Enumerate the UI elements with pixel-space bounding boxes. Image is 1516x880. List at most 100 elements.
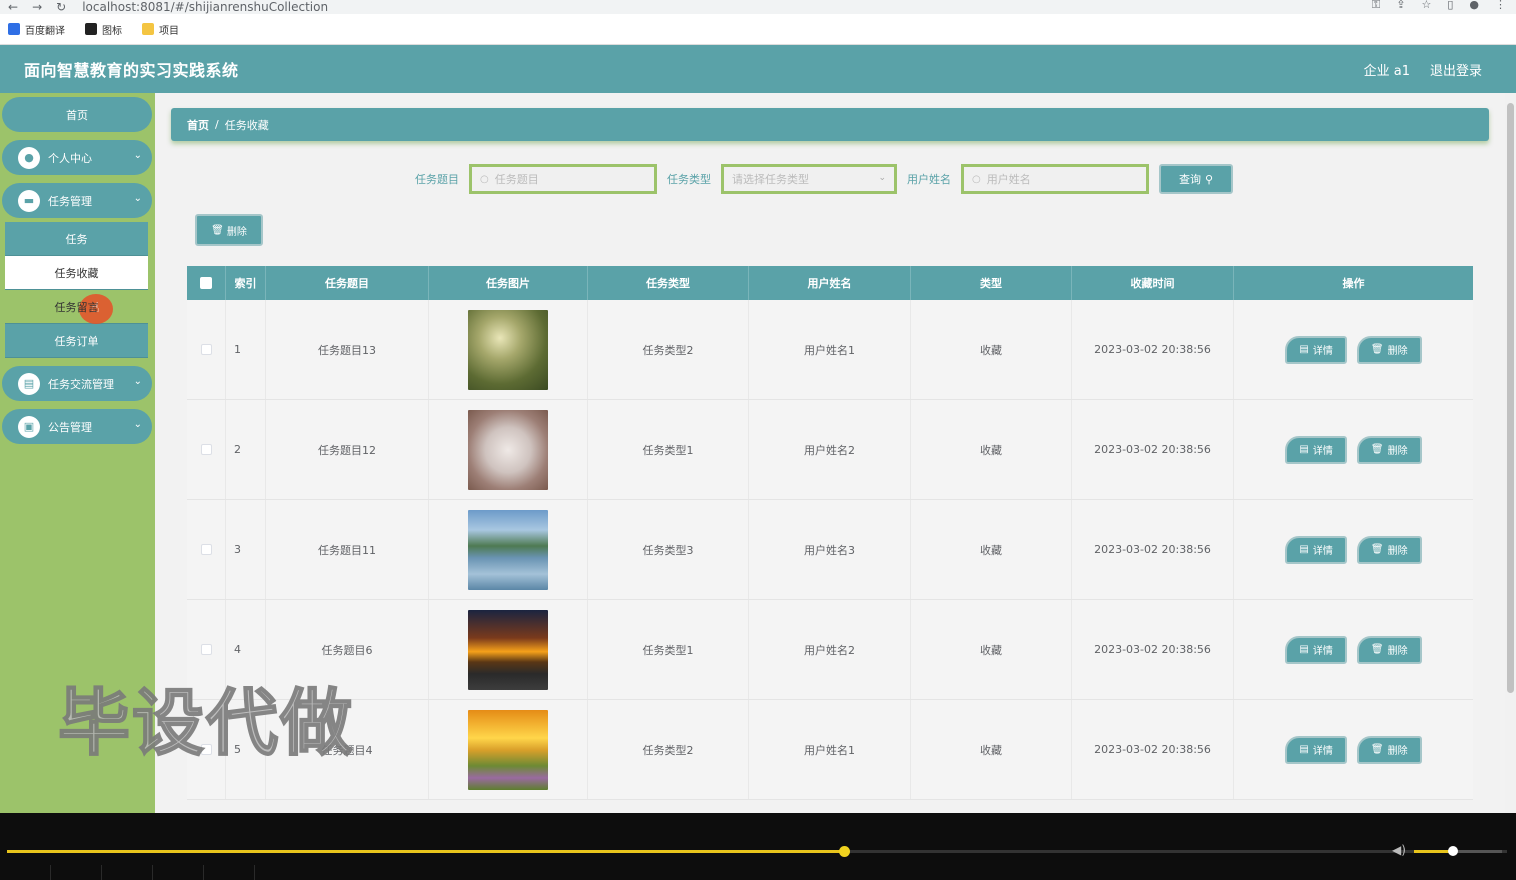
submenu-item-task-order[interactable]: 任务订单	[5, 324, 148, 358]
delete-button[interactable]: 🗑 删除	[1356, 335, 1422, 364]
task-image	[468, 609, 548, 690]
player-control[interactable]	[51, 865, 102, 880]
row-checkbox[interactable]	[200, 644, 212, 655]
title-label: 任务题目	[415, 173, 459, 186]
volume-slider[interactable]	[1414, 846, 1502, 856]
player-control[interactable]	[153, 865, 204, 880]
bulk-delete-button[interactable]: 🗑 删除	[195, 214, 263, 246]
video-progress-bar[interactable]	[7, 846, 1507, 857]
delete-button[interactable]: 🗑 删除	[1356, 735, 1422, 764]
scrollbar-thumb[interactable]	[1507, 103, 1514, 693]
sidebar-item-task-exchange[interactable]: ▤ 任务交流管理 ⌄	[2, 366, 152, 401]
bookmark-icons[interactable]: 图标	[85, 22, 122, 37]
query-button[interactable]: 查询 ⚲	[1159, 164, 1233, 194]
breadcrumb-home[interactable]: 首页	[187, 117, 209, 133]
col-image: 任务图片	[429, 266, 588, 300]
task-image	[468, 709, 548, 790]
delete-button[interactable]: 🗑 删除	[1356, 435, 1422, 464]
volume-knob[interactable]	[1448, 846, 1458, 856]
video-player-bar: ◀)	[0, 813, 1516, 880]
bookmark-translate[interactable]: 百度翻译	[8, 22, 65, 37]
row-checkbox[interactable]	[200, 444, 212, 455]
address-bar[interactable]: localhost:8081/#/shijianrenshuCollection	[82, 1, 328, 13]
delete-button[interactable]: 🗑 删除	[1356, 535, 1422, 564]
sidebar-item-notice[interactable]: ▣ 公告管理 ⌄	[2, 409, 152, 444]
key-icon[interactable]: ⚿	[1372, 0, 1380, 10]
sidebar-toggle-icon[interactable]: ▯	[1447, 0, 1453, 10]
app-title: 面向智慧教育的实习实践系统	[24, 61, 239, 80]
back-icon[interactable]: ←	[8, 1, 18, 13]
breadcrumb: 首页 / 任务收藏	[171, 108, 1489, 141]
chevron-down-icon: ⌄	[133, 419, 142, 430]
row-kind: 收藏	[911, 400, 1072, 499]
row-time: 2023-03-02 20:38:56	[1072, 500, 1234, 599]
delete-button[interactable]: 🗑 删除	[1356, 635, 1422, 664]
volume-icon[interactable]: ◀)	[1392, 843, 1406, 857]
row-user: 用户姓名1	[749, 700, 911, 799]
progress-fill	[7, 850, 844, 853]
detail-button[interactable]: ▤ 详情	[1285, 435, 1347, 464]
sidebar-item-home[interactable]: 首页	[2, 97, 152, 132]
select-all-checkbox[interactable]	[200, 277, 212, 289]
main-content: 首页 / 任务收藏 任务题目 ○ 任务题目 任务类型 请选择任务类型 ⌄ 用户姓名 …	[155, 93, 1505, 813]
briefcase-icon: ▬	[18, 189, 40, 212]
title-search-input[interactable]: ○ 任务题目	[469, 164, 657, 194]
share-icon[interactable]: ⇪	[1396, 0, 1405, 10]
row-title: 任务题目11	[266, 500, 429, 599]
folder-icon	[142, 23, 154, 35]
bookmark-project[interactable]: 项目	[142, 22, 179, 37]
document-icon: ▤	[1299, 344, 1309, 355]
user-icon: ●	[18, 146, 40, 169]
submenu-item-task-message[interactable]: 任务留言 ☝	[5, 290, 148, 324]
sidebar-item-personal[interactable]: ● 个人中心 ⌄	[2, 140, 152, 175]
col-index: 索引	[226, 266, 266, 300]
user-search-input[interactable]: ○ 用户姓名	[961, 164, 1149, 194]
row-checkbox[interactable]	[200, 544, 212, 555]
browser-toolbar: ← → ↻ localhost:8081/#/shijianrenshuColl…	[0, 0, 1516, 14]
col-user: 用户姓名	[749, 266, 911, 300]
row-kind: 收藏	[911, 500, 1072, 599]
table-row: 2 任务题目12 任务类型1 用户姓名2 收藏 2023-03-02 20:38…	[187, 400, 1473, 500]
menu-icon[interactable]: ⋮	[1495, 0, 1506, 10]
detail-button[interactable]: ▤ 详情	[1285, 735, 1347, 764]
task-image	[468, 509, 548, 590]
chevron-down-icon: ⌄	[133, 150, 142, 161]
reload-icon[interactable]: ↻	[56, 1, 66, 13]
detail-button[interactable]: ▤ 详情	[1285, 535, 1347, 564]
trash-icon: 🗑	[211, 224, 224, 236]
row-type: 任务类型2	[588, 300, 749, 399]
sidebar-item-task-mgmt[interactable]: ▬ 任务管理 ⌄	[2, 183, 152, 218]
table-row: 3 任务题目11 任务类型3 用户姓名3 收藏 2023-03-02 20:38…	[187, 500, 1473, 600]
profile-icon[interactable]: ●	[1469, 0, 1479, 10]
row-checkbox[interactable]	[200, 344, 212, 355]
search-icon: ○	[972, 173, 981, 185]
progress-knob[interactable]	[839, 846, 850, 857]
row-time: 2023-03-02 20:38:56	[1072, 700, 1234, 799]
app-header: 面向智慧教育的实习实践系统 企业 a1 退出登录	[0, 45, 1516, 93]
document-icon: ▤	[1299, 744, 1309, 755]
star-icon[interactable]: ☆	[1421, 0, 1431, 10]
row-index: 3	[226, 500, 266, 599]
table-row: 1 任务题目13 任务类型2 用户姓名1 收藏 2023-03-02 20:38…	[187, 300, 1473, 400]
trash-icon: 🗑	[1370, 744, 1384, 755]
forward-icon[interactable]: →	[32, 1, 42, 13]
submenu-item-task[interactable]: 任务	[5, 222, 148, 256]
player-control[interactable]	[102, 865, 153, 880]
notice-icon: ▣	[18, 415, 40, 438]
type-select[interactable]: 请选择任务类型 ⌄	[721, 164, 897, 194]
logout-link[interactable]: 退出登录	[1430, 60, 1482, 79]
document-icon: ▤	[1299, 444, 1309, 455]
collection-table: 索引 任务题目 任务图片 任务类型 用户姓名 类型 收藏时间 操作 1 任务题目…	[187, 266, 1473, 800]
clipboard-icon: ▤	[18, 372, 40, 395]
row-type: 任务类型1	[588, 600, 749, 699]
submenu-item-task-collection[interactable]: 任务收藏	[5, 256, 148, 290]
document-icon: ▤	[1299, 544, 1309, 555]
player-control[interactable]	[0, 865, 51, 880]
detail-button[interactable]: ▤ 详情	[1285, 335, 1347, 364]
player-control[interactable]	[204, 865, 255, 880]
page-scrollbar[interactable]	[1505, 93, 1516, 813]
table-row: 4 任务题目6 任务类型1 用户姓名2 收藏 2023-03-02 20:38:…	[187, 600, 1473, 700]
task-submenu: 任务 任务收藏 任务留言 ☝ 任务订单	[5, 222, 148, 358]
col-kind: 类型	[911, 266, 1072, 300]
detail-button[interactable]: ▤ 详情	[1285, 635, 1347, 664]
